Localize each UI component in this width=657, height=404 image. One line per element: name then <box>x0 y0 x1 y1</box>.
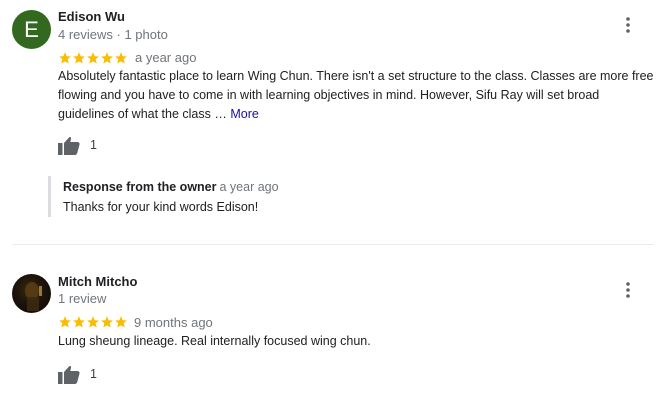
star-icon <box>101 316 113 328</box>
review-time: a year ago <box>135 50 197 65</box>
reviewer-meta: 1 review <box>58 291 107 306</box>
like-button[interactable]: 1 <box>58 363 97 385</box>
star-icon <box>59 52 71 64</box>
review-text-body: Absolutely fantastic place to learn Wing… <box>58 69 654 121</box>
like-count: 1 <box>90 367 97 381</box>
more-link[interactable]: More <box>230 107 258 121</box>
star-icon <box>115 316 127 328</box>
like-count: 1 <box>90 138 97 152</box>
star-icon <box>73 316 85 328</box>
reviewer-meta: 4 reviews · 1 photo <box>58 27 168 42</box>
owner-response-label: Response from the owner <box>63 180 217 194</box>
text-ellipsis: … <box>214 107 227 121</box>
owner-response-header: Response from the owner a year ago <box>63 180 279 194</box>
star-icon <box>87 316 99 328</box>
reviewer-name[interactable]: Edison Wu <box>58 9 125 24</box>
star-icon <box>87 52 99 64</box>
star-icon <box>59 316 71 328</box>
review-text: Lung sheung lineage. Real internally foc… <box>58 334 371 348</box>
star-rating <box>58 51 128 65</box>
thumb-up-icon <box>58 137 80 155</box>
owner-response-time: a year ago <box>219 180 279 194</box>
owner-response-text: Thanks for your kind words Edison! <box>63 200 259 214</box>
star-rating <box>58 315 128 329</box>
star-icon <box>73 52 85 64</box>
star-icon <box>115 52 127 64</box>
avatar[interactable]: E <box>12 10 51 49</box>
reviewer-name[interactable]: Mitch Mitcho <box>58 274 137 289</box>
like-button[interactable]: 1 <box>58 134 97 156</box>
more-vert-icon[interactable] <box>618 280 638 300</box>
more-vert-icon[interactable] <box>618 15 638 35</box>
review-time: 9 months ago <box>134 315 213 330</box>
star-icon <box>101 52 113 64</box>
thumb-up-icon <box>58 366 80 384</box>
review-text: Absolutely fantastic place to learn Wing… <box>58 67 654 124</box>
owner-response: Response from the owner a year ago Thanks… <box>48 176 611 217</box>
profile-photo-icon[interactable] <box>12 274 51 313</box>
review-divider <box>12 244 654 245</box>
